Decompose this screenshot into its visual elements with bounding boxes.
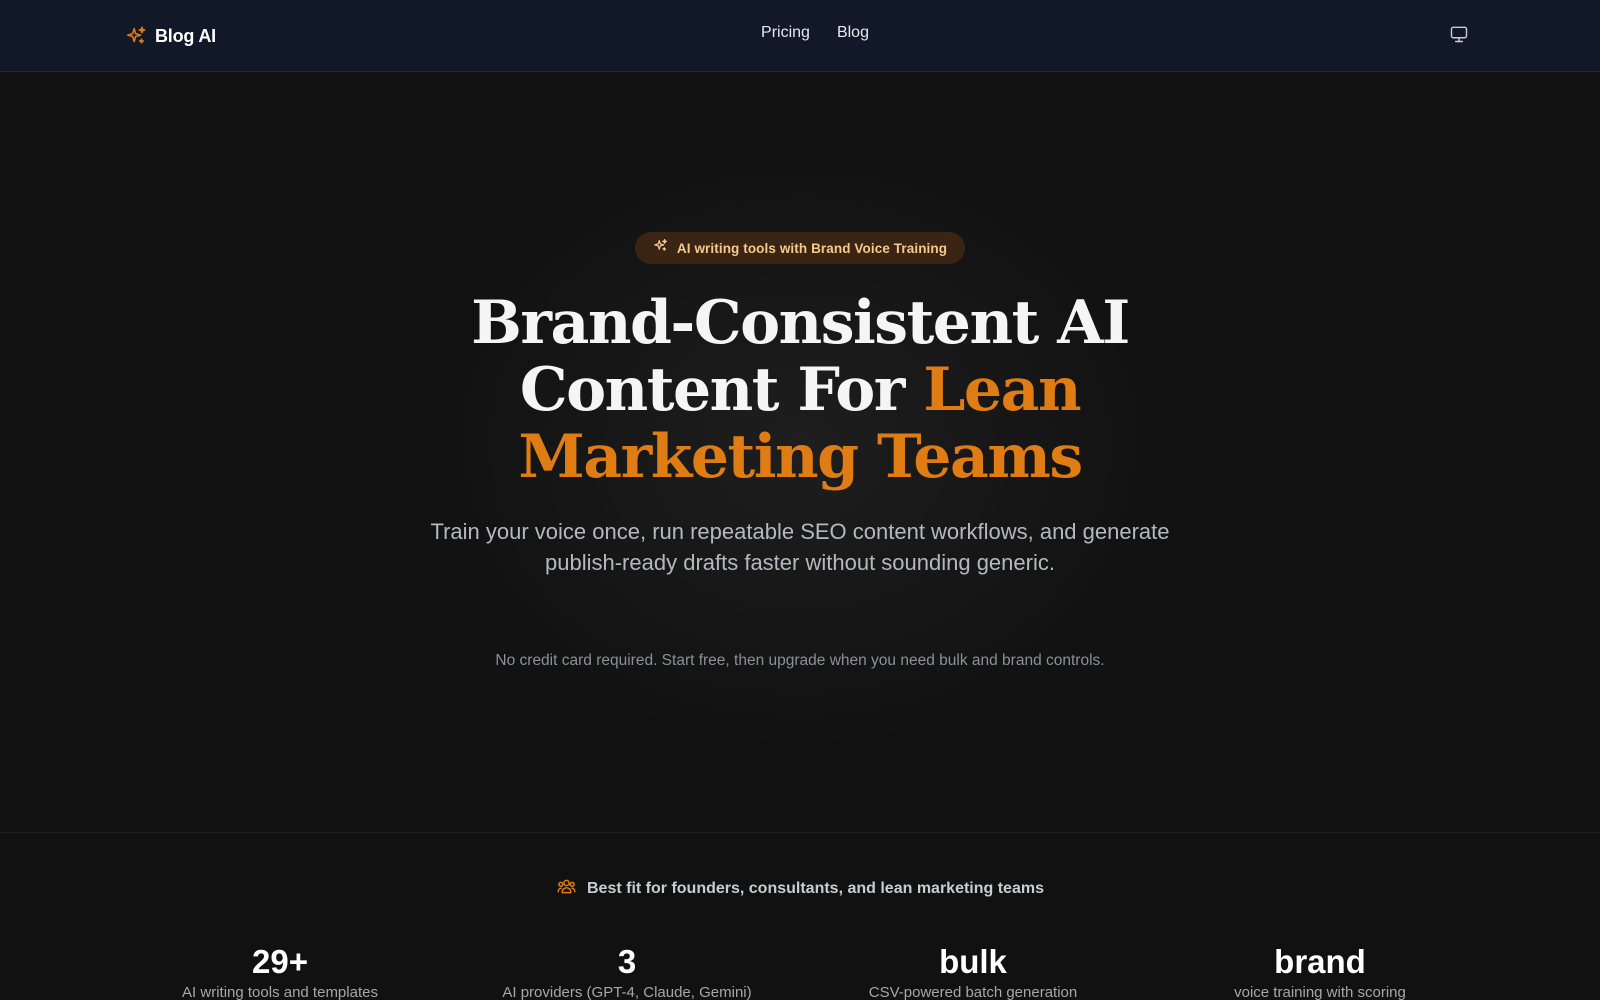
- hero-subheadline: Train your voice once, run repeatable SE…: [430, 519, 1170, 575]
- stat-bulk: bulk CSV-powered batch generation: [813, 942, 1133, 1000]
- audience-line: Best fit for founders, consultants, and …: [0, 876, 1600, 902]
- stat-label: AI providers (GPT-4, Claude, Gemini): [502, 984, 752, 1000]
- nav-links: Pricing Blog: [0, 24, 1600, 42]
- theme-toggle-button[interactable]: [1446, 22, 1472, 48]
- stat-providers: 3 AI providers (GPT-4, Claude, Gemini): [467, 942, 787, 1000]
- nav-link-blog[interactable]: Blog: [837, 24, 869, 42]
- stat-label: CSV-powered batch generation: [868, 984, 1078, 1000]
- hero-headline: Brand-Consistent AI Content For Lean Mar…: [0, 290, 1600, 491]
- top-nav: Blog AI Pricing Blog: [0, 0, 1600, 72]
- badge-text: AI writing tools with Brand Voice Traini…: [676, 240, 948, 256]
- stat-brand: brand voice training with scoring: [1160, 942, 1480, 1000]
- stats-row: 29+ AI writing tools and templates 3 AI …: [0, 942, 1600, 1000]
- stat-value: bulk: [939, 943, 1007, 980]
- audience-text: Best fit for founders, consultants, and …: [587, 880, 1044, 897]
- stat-label: voice training with scoring: [1234, 984, 1406, 1000]
- nav-link-pricing[interactable]: Pricing: [761, 24, 810, 42]
- sparkles-icon: [653, 238, 668, 258]
- headline-accent-teams: Marketing Teams: [518, 422, 1083, 492]
- stat-value: 3: [617, 943, 637, 980]
- hero-fineprint: No credit card required. Start free, the…: [495, 652, 1105, 669]
- headline-line-2: Content For: [519, 355, 924, 425]
- stat-label: AI writing tools and templates: [182, 984, 378, 1000]
- headline-accent-lean: Lean: [923, 355, 1081, 425]
- stat-value: brand: [1274, 943, 1366, 980]
- stat-tools: 29+ AI writing tools and templates: [120, 942, 440, 1000]
- monitor-icon: [1449, 24, 1469, 47]
- feature-badge: AI writing tools with Brand Voice Traini…: [635, 232, 965, 264]
- hero-section: AI writing tools with Brand Voice Traini…: [0, 72, 1600, 832]
- page: Blog AI Pricing Blog AI writing tools wi…: [0, 0, 1600, 1000]
- stat-value: 29+: [252, 943, 308, 980]
- users-icon: [556, 876, 577, 902]
- headline-line-1: Brand-Consistent AI: [471, 288, 1130, 358]
- section-divider: [0, 832, 1600, 833]
